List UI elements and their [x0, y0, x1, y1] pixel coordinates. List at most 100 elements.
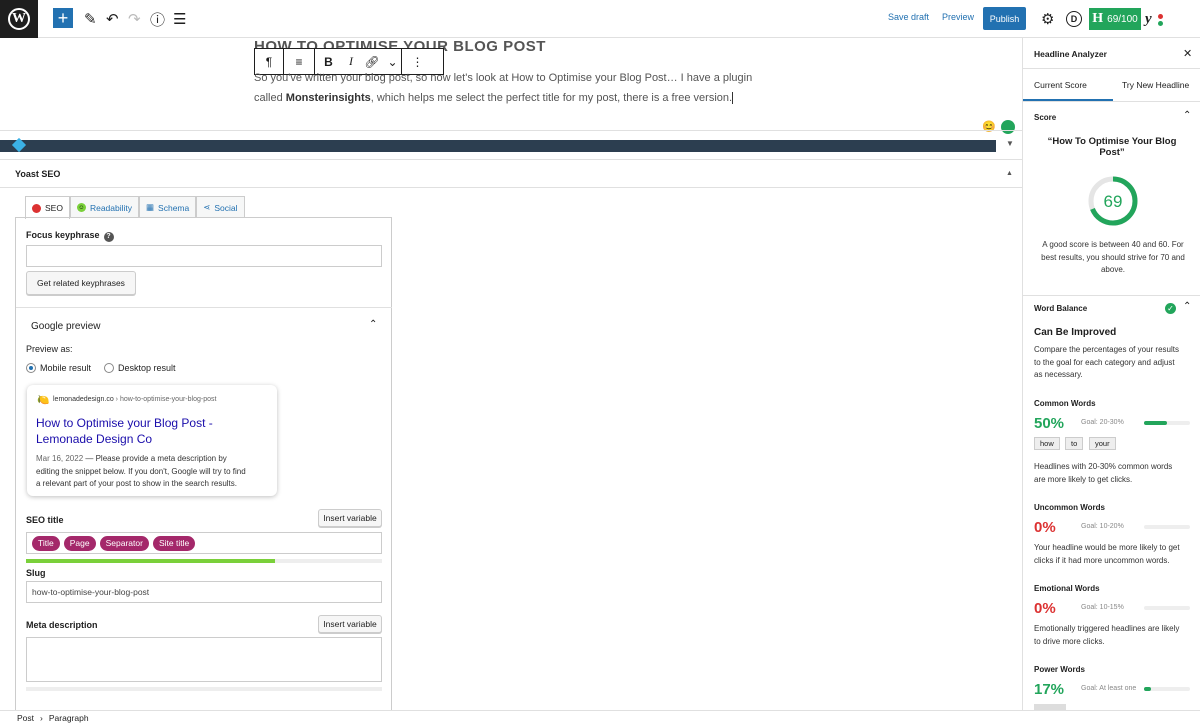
tab-seo[interactable]: SEO: [25, 196, 70, 219]
insert-variable-button[interactable]: Insert variable: [318, 509, 382, 527]
uncommon-words-bar: [1144, 525, 1190, 529]
word-balance-note: Compare the percentages of your results t…: [1034, 345, 1179, 379]
google-snippet-preview: 🍋 lemonadedesign.co › how-to-optimise-yo…: [27, 385, 277, 496]
seo-title-input[interactable]: Title Page Separator Site title: [26, 532, 382, 554]
yoast-status-dot: [1158, 21, 1163, 26]
grid-icon: ▦: [146, 202, 155, 212]
paragraph-line-1[interactable]: So you've written your blog post, so now…: [254, 68, 774, 88]
seo-status-icon: [32, 203, 41, 213]
score-ring: 69: [1088, 176, 1138, 226]
related-keyphrases-button[interactable]: Get related keyphrases: [26, 271, 136, 295]
score-label: Score: [1034, 113, 1057, 122]
title-pill[interactable]: Title: [32, 535, 60, 551]
tab-schema[interactable]: ▦ Schema: [139, 196, 197, 218]
breadcrumb-separator: ›: [40, 713, 43, 723]
snippet-url: lemonadedesign.co › how-to-optimise-your…: [53, 396, 217, 403]
seo-title-label: SEO title: [26, 515, 64, 525]
tab-try-new-headline[interactable]: Try New Headline: [1122, 80, 1189, 90]
save-draft-button[interactable]: Save draft: [888, 12, 929, 22]
pencil-icon[interactable]: ✎: [84, 9, 97, 29]
breadcrumb-paragraph[interactable]: Paragraph: [49, 713, 89, 723]
check-icon: ✓: [1165, 303, 1176, 314]
word-chip: how: [1034, 437, 1060, 450]
power-words-bar: [1144, 687, 1190, 691]
close-icon[interactable]: ✕: [1183, 47, 1192, 60]
plugin-diamond-icon: [11, 137, 27, 153]
focus-keyphrase-label: Focus keyphrase?: [26, 230, 114, 242]
list-view-icon[interactable]: ☰: [173, 9, 186, 29]
meta-description-input[interactable]: [26, 637, 382, 682]
power-words-label: Power Words: [1034, 665, 1085, 674]
uncommon-words-pct: 0%: [1034, 519, 1056, 536]
top-toolbar: W + ✎ ↶ ↷ ⓘ ☰ Save draft Preview Publish…: [0, 0, 1200, 38]
yoast-tabs: SEO ☺ Readability ▦ Schema ⋖ Social: [25, 196, 245, 219]
emotional-words-bar: [1144, 606, 1190, 610]
lemon-favicon-icon: 🍋: [37, 395, 50, 406]
word-chip: to: [1065, 437, 1084, 450]
info-icon[interactable]: ⓘ: [150, 9, 165, 29]
common-words-goal: Goal: 20-30%: [1081, 419, 1124, 426]
seo-title-progress: [26, 559, 382, 563]
desktop-result-radio[interactable]: Desktop result: [104, 363, 176, 373]
preview-as-label: Preview as:: [26, 344, 73, 354]
tab-current-score[interactable]: Current Score: [1034, 80, 1087, 90]
redo-icon[interactable]: ↷: [128, 9, 141, 29]
tab-readability[interactable]: ☺ Readability: [69, 196, 140, 218]
yoast-heading[interactable]: Yoast SEO: [15, 169, 60, 179]
gear-icon[interactable]: ⚙: [1041, 9, 1054, 29]
score-note: A good score is between 40 and 60. For be…: [1041, 240, 1185, 274]
yoast-icon[interactable]: y: [1145, 9, 1152, 29]
grammar-check-icon[interactable]: [1001, 120, 1015, 134]
headline-score-button[interactable]: H 69/100: [1089, 8, 1141, 30]
d-avatar-icon[interactable]: D: [1066, 11, 1082, 27]
score-number: 69: [1104, 192, 1123, 211]
power-words-pct: 17%: [1034, 681, 1065, 698]
google-preview-heading[interactable]: Google preview: [31, 321, 100, 332]
wordpress-logo-icon[interactable]: W: [0, 0, 38, 38]
common-words-bar: [1144, 421, 1190, 425]
score-text: 69/100: [1107, 13, 1138, 25]
chevron-down-icon[interactable]: ▼: [1006, 139, 1014, 148]
sidebar-title: Headline Analyzer: [1034, 49, 1107, 59]
separator-pill[interactable]: Separator: [99, 535, 149, 551]
page-pill[interactable]: Page: [63, 535, 96, 551]
mobile-result-radio[interactable]: Mobile result: [26, 363, 91, 373]
word-balance-label: Word Balance: [1034, 304, 1088, 313]
snippet-description: Mar 16, 2022 — Please provide a meta des…: [36, 454, 246, 488]
uncommon-words-note: Your headline would be more likely to ge…: [1034, 543, 1180, 565]
can-be-improved: Can Be Improved: [1034, 327, 1117, 338]
chevron-up-icon[interactable]: ⌃: [1183, 110, 1191, 121]
uncommon-words-label: Uncommon Words: [1034, 503, 1105, 512]
meta-description-label: Meta description: [26, 620, 98, 630]
site-title-pill[interactable]: Site title: [152, 535, 196, 551]
editor-canvas: HOW TO OPTIMISE YOUR BLOG POST ¶ ≡ B I 🔗…: [0, 38, 1022, 710]
undo-icon[interactable]: ↶: [106, 9, 119, 29]
tab-social[interactable]: ⋖ Social: [196, 196, 245, 218]
insert-variable-button[interactable]: Insert variable: [318, 615, 382, 633]
add-block-button[interactable]: +: [53, 8, 73, 28]
slug-input[interactable]: how-to-optimise-your-blog-post: [26, 581, 382, 603]
emotional-words-pct: 0%: [1034, 600, 1056, 617]
uncommon-words-goal: Goal: 10-20%: [1081, 523, 1124, 530]
share-icon: ⋖: [203, 202, 211, 212]
slug-label: Slug: [26, 568, 46, 578]
paragraph-line-2[interactable]: called Monsterinsights, which helps me s…: [254, 88, 774, 108]
help-icon[interactable]: ?: [103, 231, 114, 242]
chevron-up-icon[interactable]: ▲: [1006, 170, 1013, 177]
plugin-bar: [0, 137, 996, 153]
common-words-pct: 50%: [1034, 415, 1065, 432]
publish-button[interactable]: Publish: [983, 7, 1026, 30]
emotional-words-note: Emotionally triggered headlines are like…: [1034, 624, 1180, 646]
word-chip: your: [1089, 437, 1116, 450]
plugin-name: Monsterinsights: [285, 92, 371, 104]
breadcrumb-post[interactable]: Post: [17, 713, 34, 723]
chevron-up-icon[interactable]: ⌃: [1183, 301, 1191, 312]
chevron-up-icon[interactable]: ⌃: [369, 319, 377, 330]
snippet-title-2[interactable]: Lemonade Design Co: [36, 432, 152, 446]
focus-keyphrase-input[interactable]: [26, 245, 382, 267]
emoji-icon[interactable]: 😊: [982, 120, 996, 133]
headline-analyzer-sidebar: Headline Analyzer ✕ Current Score Try Ne…: [1022, 38, 1200, 710]
preview-button[interactable]: Preview: [942, 12, 974, 22]
snippet-title-1[interactable]: How to Optimise your Blog Post -: [36, 416, 213, 430]
emotional-words-label: Emotional Words: [1034, 584, 1100, 593]
